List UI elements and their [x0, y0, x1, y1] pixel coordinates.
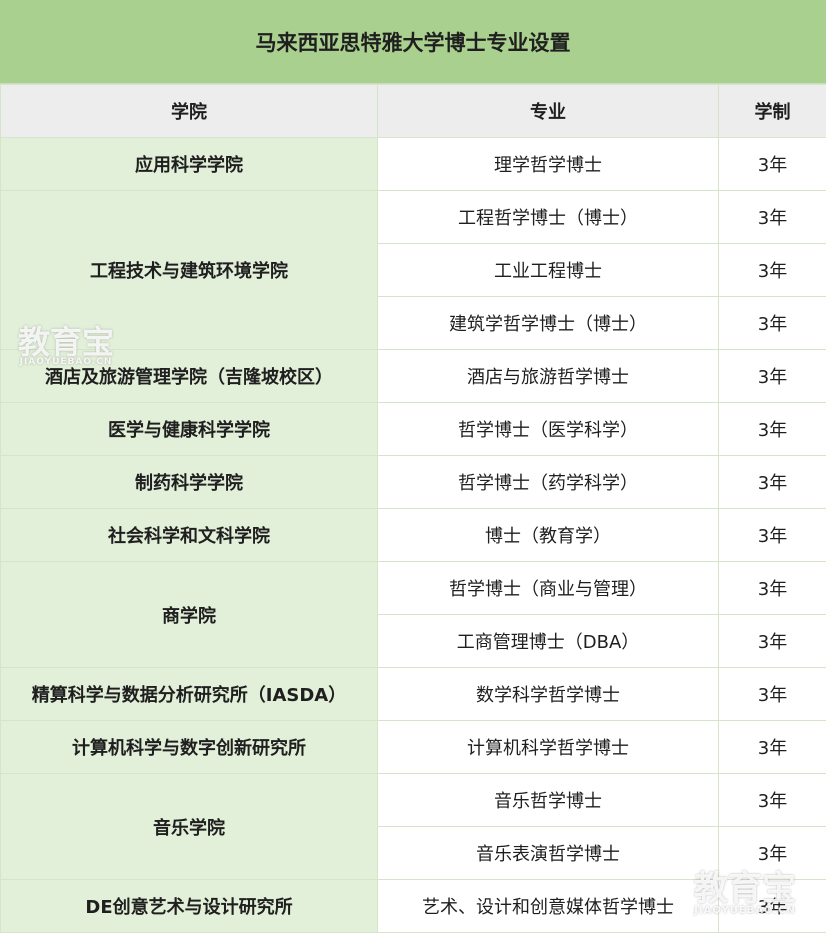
major-cell: 哲学博士（商业与管理）	[377, 561, 719, 615]
duration-cell: 3年	[718, 402, 826, 456]
table-row: 医学与健康科学学院 哲学博士（医学科学） 3年	[0, 402, 826, 456]
duration-cell: 3年	[718, 455, 826, 509]
college-cell: 音乐学院	[0, 773, 378, 880]
table-row: 音乐学院 音乐哲学博士 3年	[0, 773, 826, 880]
duration-cell: 3年	[718, 879, 826, 933]
major-cell: 哲学博士（医学科学）	[377, 402, 719, 456]
duration-cell: 3年	[718, 826, 826, 880]
major-cell: 建筑学哲学博士（博士）	[377, 296, 719, 350]
duration-cell: 3年	[718, 137, 826, 191]
major-cell: 哲学博士（药学科学）	[377, 455, 719, 509]
major-cell: 音乐表演哲学博士	[377, 826, 719, 880]
table-row: DE创意艺术与设计研究所 艺术、设计和创意媒体哲学博士 3年	[0, 879, 826, 933]
college-cell: 商学院	[0, 561, 378, 668]
column-header-duration: 学制	[718, 84, 826, 138]
major-cell: 博士（教育学）	[377, 508, 719, 562]
duration-cell: 3年	[718, 773, 826, 827]
column-header-college: 学院	[0, 84, 378, 138]
major-cell: 艺术、设计和创意媒体哲学博士	[377, 879, 719, 933]
table-row: 商学院 哲学博士（商业与管理） 3年	[0, 561, 826, 668]
major-cell: 工程哲学博士（博士）	[377, 190, 719, 244]
table-row: 工程技术与建筑环境学院 工程哲学博士（博士） 3年	[0, 190, 826, 350]
page-title: 马来西亚思特雅大学博士专业设置	[0, 0, 826, 84]
table-row: 制药科学学院 哲学博士（药学科学） 3年	[0, 455, 826, 509]
major-cell: 酒店与旅游哲学博士	[377, 349, 719, 403]
duration-cell: 3年	[718, 667, 826, 721]
column-header-major: 专业	[377, 84, 719, 138]
college-cell: 社会科学和文科学院	[0, 508, 378, 562]
table-row: 精算科学与数据分析研究所（IASDA） 数学科学哲学博士 3年	[0, 667, 826, 721]
table-row: 酒店及旅游管理学院（吉隆坡校区） 酒店与旅游哲学博士 3年	[0, 349, 826, 403]
college-cell: 应用科学学院	[0, 137, 378, 191]
duration-cell: 3年	[718, 720, 826, 774]
major-cell: 音乐哲学博士	[377, 773, 719, 827]
table-row: 应用科学学院 理学哲学博士 3年	[0, 137, 826, 191]
college-cell: 工程技术与建筑环境学院	[0, 190, 378, 350]
duration-cell: 3年	[718, 561, 826, 615]
major-cell: 计算机科学哲学博士	[377, 720, 719, 774]
major-cell: 工业工程博士	[377, 243, 719, 297]
college-cell: 精算科学与数据分析研究所（IASDA）	[0, 667, 378, 721]
doctoral-programs-table: 学院 专业 学制 应用科学学院 理学哲学博士 3年 工程技术与建筑环境学院 工程哲学博士…	[0, 84, 826, 933]
major-cell: 工商管理博士（DBA）	[377, 614, 719, 668]
duration-cell: 3年	[718, 508, 826, 562]
college-cell: 制药科学学院	[0, 455, 378, 509]
table-row: 社会科学和文科学院 博士（教育学） 3年	[0, 508, 826, 562]
table-row: 计算机科学与数字创新研究所 计算机科学哲学博士 3年	[0, 720, 826, 774]
college-cell: 医学与健康科学学院	[0, 402, 378, 456]
table-header-row: 学院 专业 学制	[0, 84, 826, 138]
duration-cell: 3年	[718, 614, 826, 668]
duration-cell: 3年	[718, 349, 826, 403]
duration-cell: 3年	[718, 190, 826, 244]
table-body: 应用科学学院 理学哲学博士 3年 工程技术与建筑环境学院 工程哲学博士（博士） 3年 工业工…	[0, 137, 826, 933]
duration-cell: 3年	[718, 243, 826, 297]
major-cell: 理学哲学博士	[377, 137, 719, 191]
major-cell: 数学科学哲学博士	[377, 667, 719, 721]
college-cell: DE创意艺术与设计研究所	[0, 879, 378, 933]
college-cell: 计算机科学与数字创新研究所	[0, 720, 378, 774]
duration-cell: 3年	[718, 296, 826, 350]
college-cell: 酒店及旅游管理学院（吉隆坡校区）	[0, 349, 378, 403]
